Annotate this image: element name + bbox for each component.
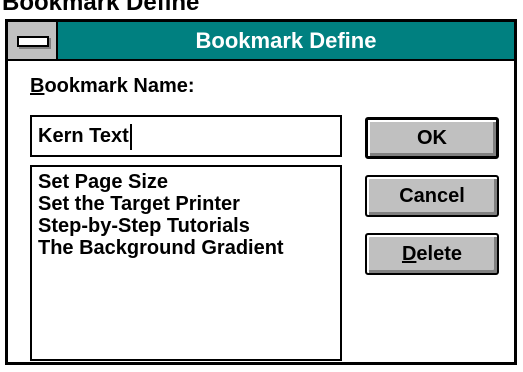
list-item[interactable]: The Background Gradient: [38, 237, 334, 259]
bookmark-name-input[interactable]: Kern Text: [30, 115, 342, 157]
bookmark-name-hotkey: B: [30, 75, 45, 97]
ok-button[interactable]: OK: [365, 117, 499, 159]
text-caret: [129, 123, 132, 150]
bookmark-list[interactable]: Set Page Size Set the Target Printer Ste…: [30, 165, 342, 361]
delete-label-text: elete: [416, 243, 463, 265]
list-item[interactable]: Set the Target Printer: [38, 193, 334, 215]
title-bar: Bookmark Define: [8, 22, 514, 61]
list-item[interactable]: Set Page Size: [38, 171, 334, 193]
page-heading: Bookmark Define: [2, 0, 200, 16]
cancel-button[interactable]: Cancel: [365, 175, 499, 217]
delete-button[interactable]: Delete: [365, 233, 499, 275]
list-item[interactable]: Step-by-Step Tutorials: [38, 215, 334, 237]
dialog-client-area: Bookmark Name: Kern Text Set Page Size S…: [8, 61, 514, 362]
control-menu-icon[interactable]: [8, 22, 58, 59]
delete-hotkey: D: [401, 243, 417, 265]
bookmark-define-dialog: Bookmark Define Bookmark Name: Kern Text…: [5, 19, 517, 365]
bookmark-name-value: Kern Text: [38, 125, 129, 147]
control-menu-bar-glyph: [17, 36, 49, 47]
bookmark-name-label: Bookmark Name:: [30, 75, 195, 98]
bookmark-name-label-text: ookmark Name:: [44, 75, 195, 97]
dialog-title: Bookmark Define: [195, 28, 377, 53]
